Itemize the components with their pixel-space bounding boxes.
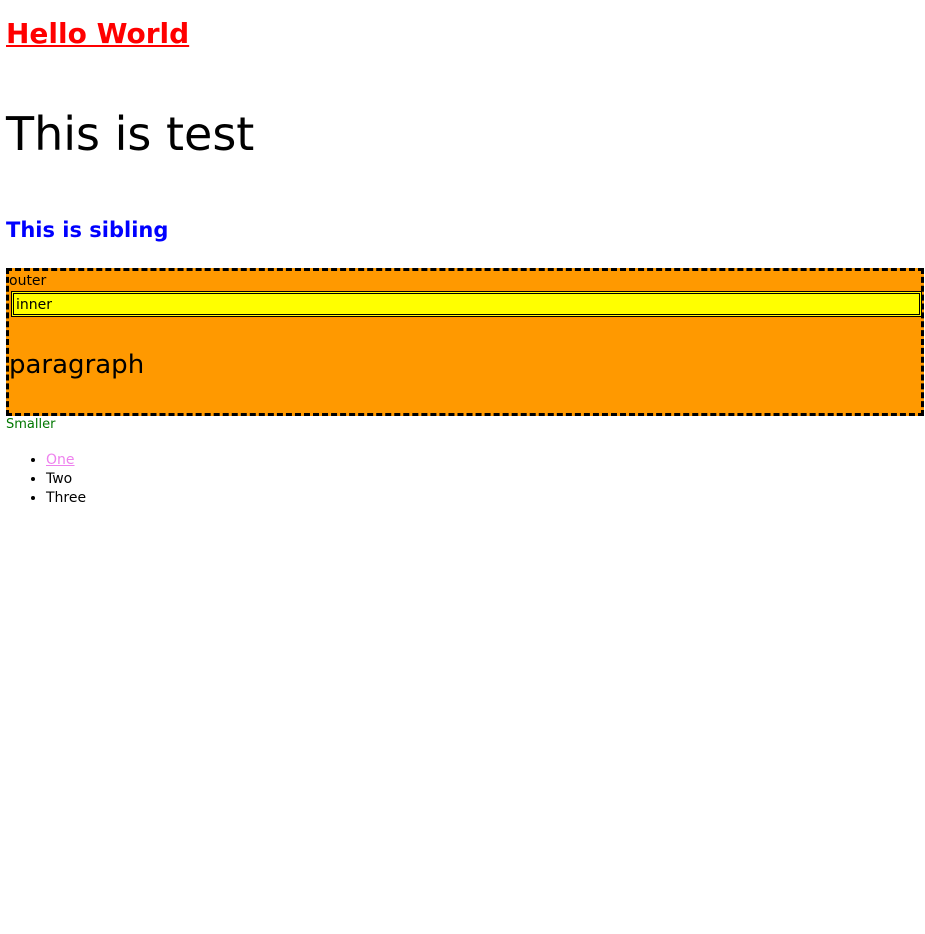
list-item: One bbox=[46, 451, 86, 470]
item-list: One Two Three bbox=[6, 451, 86, 508]
outer-container: outer inner paragraph bbox=[6, 268, 924, 416]
list-item: Two bbox=[46, 470, 86, 489]
paragraph-text: paragraph bbox=[9, 350, 145, 380]
inner-container: inner bbox=[11, 291, 922, 317]
hello-world-heading-link[interactable]: Hello World bbox=[6, 14, 189, 54]
page: Hello World This is test This is sibling… bbox=[0, 0, 925, 934]
outer-label: outer bbox=[9, 273, 47, 289]
list-item: Three bbox=[46, 489, 86, 508]
smaller-text: Smaller bbox=[6, 417, 56, 432]
list-item-link-one[interactable]: One bbox=[46, 452, 75, 468]
inner-label: inner bbox=[16, 297, 53, 313]
test-heading: This is test bbox=[6, 107, 255, 161]
sibling-heading: This is sibling bbox=[6, 218, 169, 242]
